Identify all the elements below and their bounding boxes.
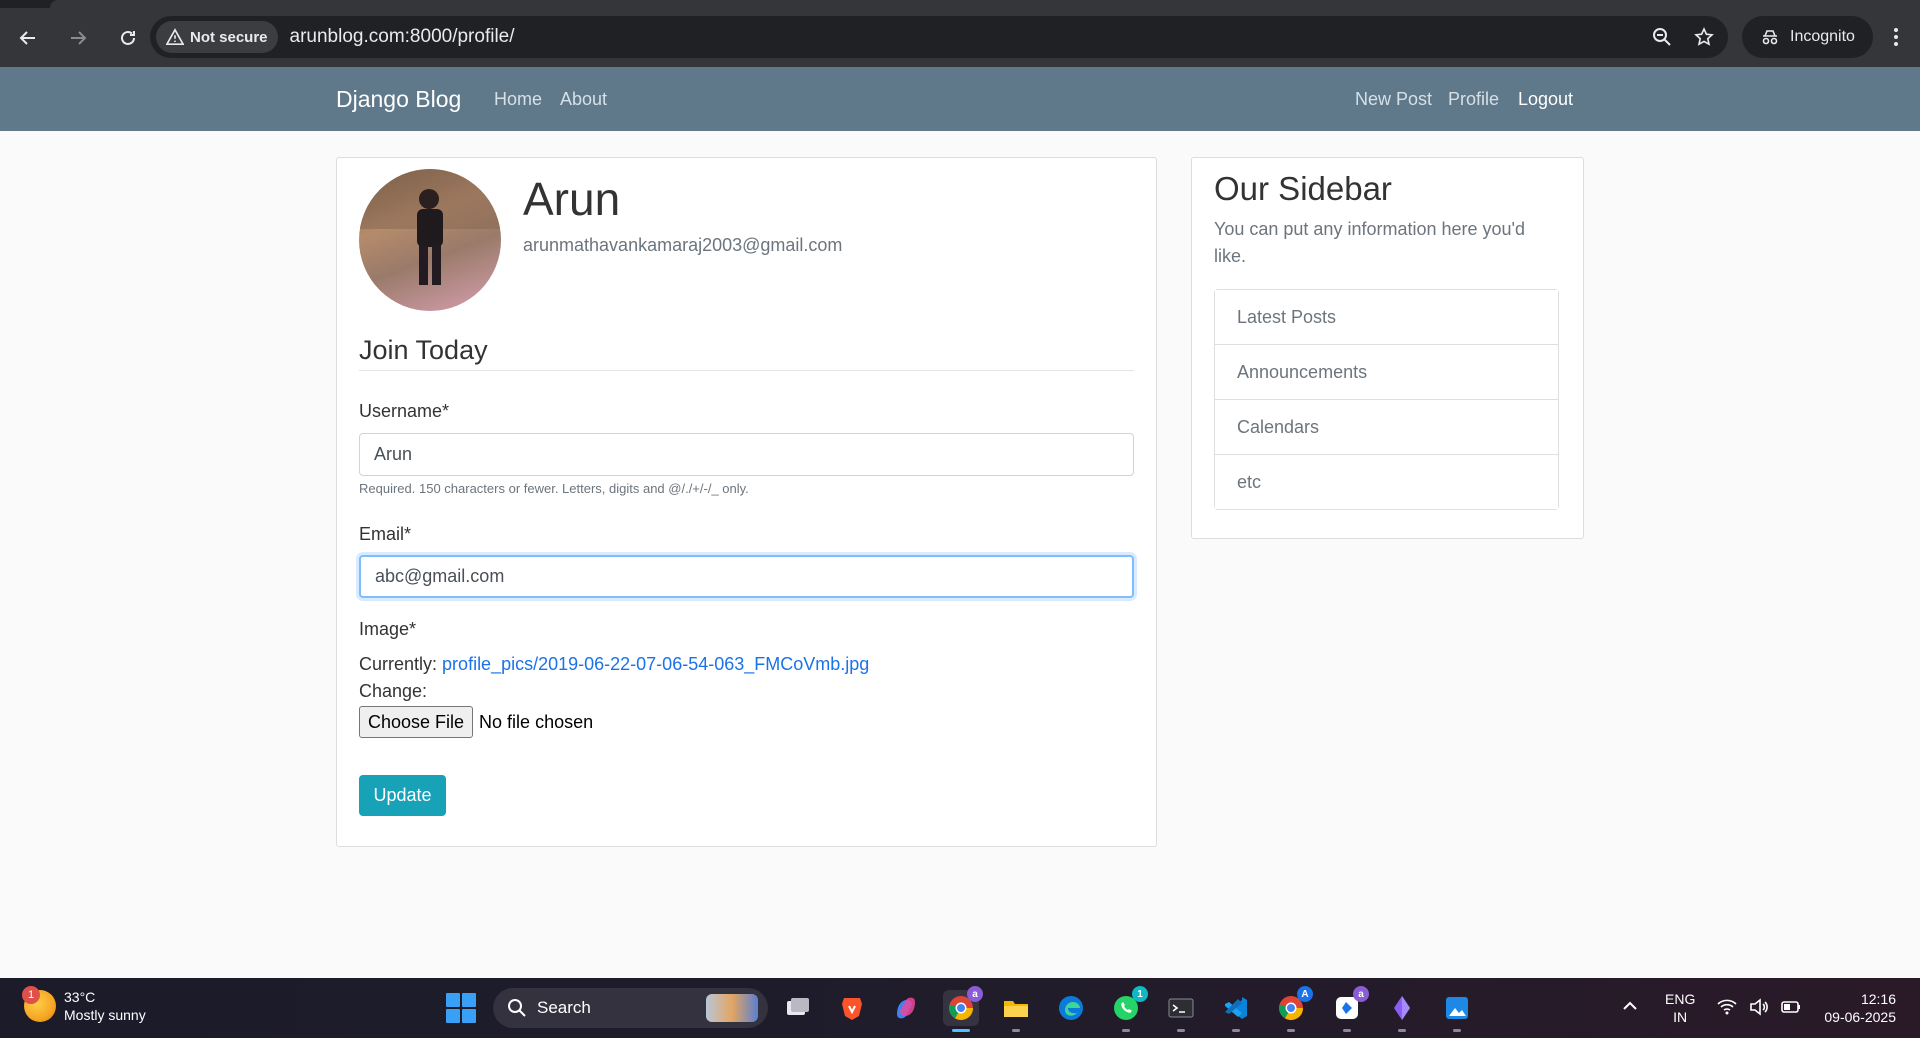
back-icon[interactable] (6, 16, 50, 60)
sidebar-description: You can put any information here you'd l… (1214, 219, 1525, 266)
sidebar-item-calendars[interactable]: Calendars (1215, 400, 1558, 455)
nav-home[interactable]: Home (494, 89, 542, 110)
change-label: Change: (359, 681, 428, 701)
terminal-icon[interactable] (1163, 990, 1199, 1026)
nav-new-post[interactable]: New Post (1355, 89, 1432, 110)
security-label: Not secure (190, 28, 268, 46)
sidebar: Our Sidebar You can put any information … (1191, 157, 1584, 539)
sidebar-list: Latest Posts Announcements Calendars etc (1214, 289, 1559, 510)
zoom-icon[interactable] (1652, 27, 1672, 47)
clock-time: 12:16 (1860, 991, 1896, 1007)
crystal-running-indicator (1398, 1029, 1406, 1032)
browser-tabstrip (0, 0, 1920, 8)
chrome-running-indicator (952, 1029, 970, 1032)
forward-icon[interactable] (56, 16, 100, 60)
reload-icon[interactable] (106, 16, 150, 60)
username-label: Username* (359, 401, 450, 421)
sidebar-item-latest-posts[interactable]: Latest Posts (1215, 290, 1558, 345)
weather-widget[interactable]: 1 33°C Mostly sunny (22, 986, 146, 1024)
profile-card: Arun arunmathavankamaraj2003@gmail.com J… (336, 157, 1157, 847)
whatsapp-running-indicator (1122, 1029, 1130, 1032)
weather-temp: 33°C (64, 989, 96, 1005)
choose-file-button[interactable]: Choose File (359, 706, 474, 738)
volume-icon (1750, 998, 1768, 1016)
nav-logout[interactable]: Logout (1518, 89, 1573, 110)
sidebar-item-announcements[interactable]: Announcements (1215, 345, 1558, 400)
brand-link[interactable]: Django Blog (336, 86, 461, 113)
edge-icon[interactable] (1053, 990, 1089, 1026)
star-icon[interactable] (1694, 27, 1714, 47)
email-label: Email* (359, 524, 412, 544)
current-image-row: Currently: profile_pics/2019-06-22-07-06… (359, 654, 869, 675)
username-help-text: Required. 150 characters or fewer. Lette… (359, 481, 749, 496)
chrome-icon[interactable]: a (943, 986, 983, 1026)
explorer-running-indicator (1012, 1029, 1020, 1032)
search-highlight-art (706, 994, 758, 1022)
chevron-up-icon[interactable] (1620, 996, 1640, 1016)
incognito-label: Incognito (1790, 28, 1855, 45)
chrome-profile-running-indicator (1287, 1029, 1295, 1032)
whatsapp-icon[interactable]: 1 (1108, 986, 1148, 1026)
clock[interactable]: 12:16 09-06-2025 (1816, 990, 1896, 1026)
profile-name: Arun (523, 173, 621, 225)
language-bottom: IN (1673, 1009, 1688, 1025)
email-input[interactable]: abc@gmail.com (359, 555, 1134, 598)
sidebar-title: Our Sidebar (1214, 170, 1392, 207)
clock-date: 09-06-2025 (1824, 1009, 1896, 1025)
avatar (359, 169, 501, 311)
vscode-running-indicator (1232, 1029, 1240, 1032)
app-shortcut-running-indicator (1343, 1029, 1351, 1032)
search-label: Search (537, 998, 591, 1017)
chrome-profile-badge: a (967, 986, 983, 1002)
file-explorer-icon[interactable] (998, 990, 1034, 1026)
taskbar-search[interactable]: Search (493, 988, 768, 1028)
weather-badge: 1 (22, 986, 40, 1004)
app-shortcut-icon[interactable]: a (1329, 986, 1369, 1026)
currently-label: Currently: (359, 654, 438, 674)
form-legend: Join Today (359, 335, 1134, 371)
kebab-menu-icon[interactable] (1876, 16, 1916, 58)
terminal-running-indicator (1177, 1029, 1185, 1032)
task-view-icon[interactable] (780, 990, 816, 1026)
security-chip[interactable]: Not secure (156, 21, 278, 53)
no-file-text: No file chosen (479, 711, 594, 732)
browser-toolbar: Not secure arunblog.com:8000/profile/ In… (0, 8, 1920, 67)
photos-app-icon[interactable] (1439, 990, 1475, 1026)
file-input: Choose File No file chosen (359, 706, 593, 738)
wifi-icon (1717, 999, 1737, 1015)
weather-desc: Mostly sunny (64, 1007, 146, 1023)
update-button[interactable]: Update (359, 775, 446, 816)
weather-sun-icon: 1 (22, 986, 56, 1022)
incognito-chip[interactable]: Incognito (1742, 16, 1873, 58)
chrome-profile-a-badge: A (1297, 986, 1313, 1002)
crystal-app-icon[interactable] (1384, 990, 1420, 1026)
username-input[interactable]: Arun (359, 433, 1134, 476)
url-text[interactable]: arunblog.com:8000/profile/ (290, 26, 515, 48)
search-icon (508, 999, 526, 1017)
taskbar: 1 33°C Mostly sunny Search a 1 A a ENG I… (0, 978, 1920, 1038)
current-image-link[interactable]: profile_pics/2019-06-22-07-06-54-063_FMC… (442, 654, 869, 674)
whatsapp-badge: 1 (1132, 986, 1148, 1002)
sidebar-item-etc[interactable]: etc (1215, 455, 1558, 509)
copilot-icon[interactable] (888, 990, 924, 1026)
system-tray[interactable] (1716, 996, 1802, 1018)
nav-about[interactable]: About (560, 89, 607, 110)
image-label: Image* (359, 619, 417, 639)
site-navbar: Django Blog Home About New Post Profile … (0, 67, 1920, 131)
battery-icon (1781, 1001, 1800, 1013)
incognito-icon (1762, 30, 1778, 45)
brave-browser-icon[interactable] (834, 990, 870, 1026)
profile-email: arunmathavankamaraj2003@gmail.com (523, 235, 843, 255)
photos-running-indicator (1453, 1029, 1461, 1032)
chrome-profile-icon[interactable]: A (1273, 986, 1313, 1026)
language-top: ENG (1665, 991, 1696, 1007)
windows-start-icon[interactable] (446, 993, 476, 1023)
vscode-icon[interactable] (1218, 990, 1254, 1026)
app-shortcut-badge: a (1353, 986, 1369, 1002)
language-indicator[interactable]: ENG IN (1665, 990, 1695, 1026)
address-bar[interactable]: Not secure arunblog.com:8000/profile/ (150, 16, 1728, 58)
warning-icon (166, 28, 184, 46)
nav-profile[interactable]: Profile (1448, 89, 1499, 110)
